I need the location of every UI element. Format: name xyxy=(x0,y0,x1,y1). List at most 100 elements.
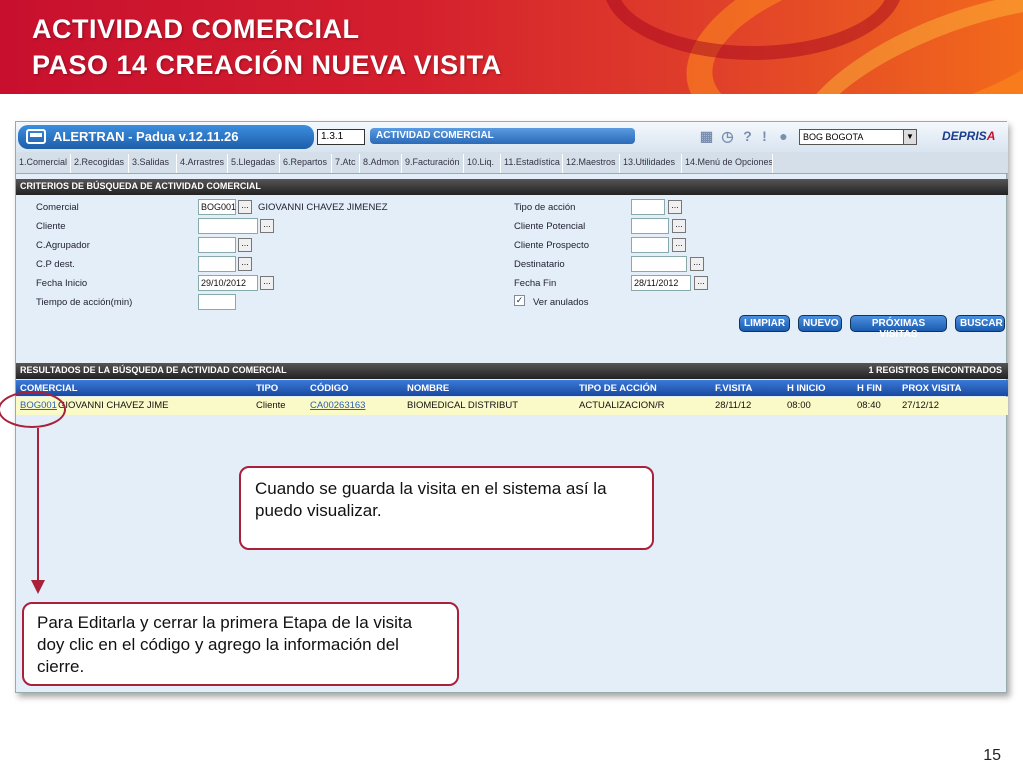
cagrupador-label: C.Agrupador xyxy=(36,240,90,251)
col-header-h-inicio[interactable]: H INICIO xyxy=(787,383,826,394)
ver-anulados-checkbox[interactable]: ✓ xyxy=(514,295,525,306)
tipo-accion-lookup-button[interactable]: ... xyxy=(668,200,682,214)
tiempo-accion-input[interactable] xyxy=(198,294,236,310)
cliente-prospecto-label: Cliente Prospecto xyxy=(514,240,589,251)
ver-anulados-label: Ver anulados xyxy=(533,297,589,308)
help-icon[interactable]: ? xyxy=(740,128,755,144)
results-section-title: RESULTADOS DE LA BÚSQUEDA DE ACTIVIDAD C… xyxy=(16,363,1008,379)
cliente-lookup-button[interactable]: ... xyxy=(260,219,274,233)
prox-visita-cell: 27/12/12 xyxy=(902,400,939,411)
results-count: 1 REGISTROS ENCONTRADOS xyxy=(868,365,1002,375)
cp-dest-input[interactable] xyxy=(198,256,236,272)
calendar-icon[interactable]: ▦ xyxy=(699,128,714,144)
menu-tab-admon[interactable]: 8.Admon xyxy=(361,154,402,173)
cp-dest-label: C.P dest. xyxy=(36,259,75,270)
codigo-link[interactable]: CA00263163 xyxy=(310,400,365,411)
cliente-potencial-label: Cliente Potencial xyxy=(514,221,586,232)
cagrupador-input[interactable] xyxy=(198,237,236,253)
module-title: ACTIVIDAD COMERCIAL xyxy=(370,128,635,144)
version-code-input[interactable]: 1.3.1 xyxy=(317,129,365,145)
cliente-prospecto-input[interactable] xyxy=(631,237,669,253)
comercial-input[interactable]: BOG001 xyxy=(198,199,236,215)
tipo-accion-label: Tipo de acción xyxy=(514,202,576,213)
fecha-inicio-picker-button[interactable]: ... xyxy=(260,276,274,290)
tiempo-accion-label: Tiempo de acción(min) xyxy=(36,297,133,308)
app-title-pill: ALERTRAN - Padua v.12.11.26 xyxy=(18,125,314,149)
comercial-name-cell: GIOVANNI CHAVEZ JIME xyxy=(58,400,169,411)
buscar-button[interactable]: BUSCAR xyxy=(955,315,1005,332)
user-icon[interactable]: ● xyxy=(776,128,791,144)
menu-tab-atc[interactable]: 7.Atc xyxy=(333,154,360,173)
slide-title-line1: ACTIVIDAD COMERCIAL xyxy=(32,14,360,44)
annotation-arrow xyxy=(37,428,39,582)
nombre-cell: BIOMEDICAL DISTRIBUT xyxy=(407,400,519,411)
menu-tab-salidas[interactable]: 3.Salidas xyxy=(130,154,177,173)
cliente-label: Cliente xyxy=(36,221,66,232)
cp-dest-lookup-button[interactable]: ... xyxy=(238,257,252,271)
nuevo-button[interactable]: NUEVO xyxy=(798,315,842,332)
col-header-codigo[interactable]: CÓDIGO xyxy=(310,383,349,394)
col-header-h-fin[interactable]: H FIN xyxy=(857,383,882,394)
h-inicio-cell: 08:00 xyxy=(787,400,811,411)
info-icon[interactable]: ! xyxy=(757,128,772,144)
destinatario-lookup-button[interactable]: ... xyxy=(690,257,704,271)
destinatario-input[interactable] xyxy=(631,256,687,272)
menu-tab-utilidades[interactable]: 13.Utilidades xyxy=(621,154,682,173)
col-header-tipo[interactable]: TIPO xyxy=(256,383,278,394)
truck-icon xyxy=(26,129,46,144)
menu-tab-menu-opciones[interactable]: 14.Menú de Opciones xyxy=(683,154,773,173)
menu-tab-arrastres[interactable]: 4.Arrastres xyxy=(178,154,228,173)
arrow-down-icon xyxy=(31,580,45,594)
fecha-fin-label: Fecha Fin xyxy=(514,278,557,289)
cagrupador-lookup-button[interactable]: ... xyxy=(238,238,252,252)
menu-tab-llegadas[interactable]: 5.Llegadas xyxy=(229,154,280,173)
slide-banner: ACTIVIDAD COMERCIAL PASO 14 CREACIÓN NUE… xyxy=(0,0,1023,94)
col-header-tipo-accion[interactable]: TIPO DE ACCIÓN xyxy=(579,383,657,394)
destinatario-label: Destinatario xyxy=(514,259,565,270)
cliente-potencial-lookup-button[interactable]: ... xyxy=(672,219,686,233)
proximas-visitas-button[interactable]: PRÓXIMAS VISITAS xyxy=(850,315,947,340)
table-row[interactable]: BOG001 GIOVANNI CHAVEZ JIME Cliente CA00… xyxy=(16,397,1008,415)
fecha-inicio-input[interactable]: 29/10/2012 xyxy=(198,275,258,291)
tipo-accion-cell: ACTUALIZACION/R xyxy=(579,400,665,411)
limpiar-button[interactable]: LIMPIAR xyxy=(739,315,790,332)
menu-tab-maestros[interactable]: 12.Maestros xyxy=(564,154,620,173)
comercial-label: Comercial xyxy=(36,202,79,213)
comercial-lookup-button[interactable]: ... xyxy=(238,200,252,214)
highlight-circle xyxy=(0,391,66,428)
callout-edit-visit: Para Editarla y cerrar la primera Etapa … xyxy=(22,602,459,686)
slide-title-line2: PASO 14 CREACIÓN NUEVA VISITA xyxy=(32,50,502,80)
fecha-fin-picker-button[interactable]: ... xyxy=(694,276,708,290)
menu-tab-comercial[interactable]: 1.Comercial xyxy=(17,154,71,173)
menu-tab-facturacion[interactable]: 9.Facturación xyxy=(403,154,464,173)
fecha-fin-input[interactable]: 28/11/2012 xyxy=(631,275,691,291)
tipo-cell: Cliente xyxy=(256,400,286,411)
f-visita-cell: 28/11/12 xyxy=(715,400,752,411)
col-header-prox-visita[interactable]: PROX VISITA xyxy=(902,383,961,394)
results-title: RESULTADOS DE LA BÚSQUEDA DE ACTIVIDAD C… xyxy=(20,365,287,375)
comercial-name: GIOVANNI CHAVEZ JIMENEZ xyxy=(258,202,388,213)
results-table-header: COMERCIAL TIPO CÓDIGO NOMBRE TIPO DE ACC… xyxy=(16,380,1008,396)
h-fin-cell: 08:40 xyxy=(857,400,881,411)
menu-tab-liq[interactable]: 10.Liq. xyxy=(465,154,501,173)
fecha-inicio-label: Fecha Inicio xyxy=(36,278,88,289)
callout-saved-visit: Cuando se guarda la visita en el sistema… xyxy=(239,466,654,550)
company-logo: DEPRISA xyxy=(942,129,996,143)
col-header-nombre[interactable]: NOMBRE xyxy=(407,383,449,394)
cliente-potencial-input[interactable] xyxy=(631,218,669,234)
cliente-input[interactable] xyxy=(198,218,258,234)
page-number: 15 xyxy=(983,747,1001,764)
tipo-accion-input[interactable] xyxy=(631,199,665,215)
menu-tab-repartos[interactable]: 6.Repartos xyxy=(281,154,332,173)
app-title: ALERTRAN - Padua v.12.11.26 xyxy=(53,129,239,144)
criteria-section-title: CRITERIOS DE BÚSQUEDA DE ACTIVIDAD COMER… xyxy=(16,179,1008,195)
col-header-f-visita[interactable]: F.VISITA xyxy=(715,383,752,394)
city-select[interactable]: BOG BOGOTA xyxy=(799,129,917,145)
main-menu: 1.Comercial 2.Recogidas 3.Salidas 4.Arra… xyxy=(16,152,1008,174)
cliente-prospecto-lookup-button[interactable]: ... xyxy=(672,238,686,252)
clock-icon[interactable]: ◷ xyxy=(720,128,735,144)
chevron-down-icon[interactable]: ▼ xyxy=(903,130,916,144)
menu-tab-recogidas[interactable]: 2.Recogidas xyxy=(72,154,129,173)
menu-tab-estadistica[interactable]: 11.Estadística xyxy=(502,154,563,173)
app-toolbar: ALERTRAN - Padua v.12.11.26 1.3.1 ACTIVI… xyxy=(16,122,1008,152)
